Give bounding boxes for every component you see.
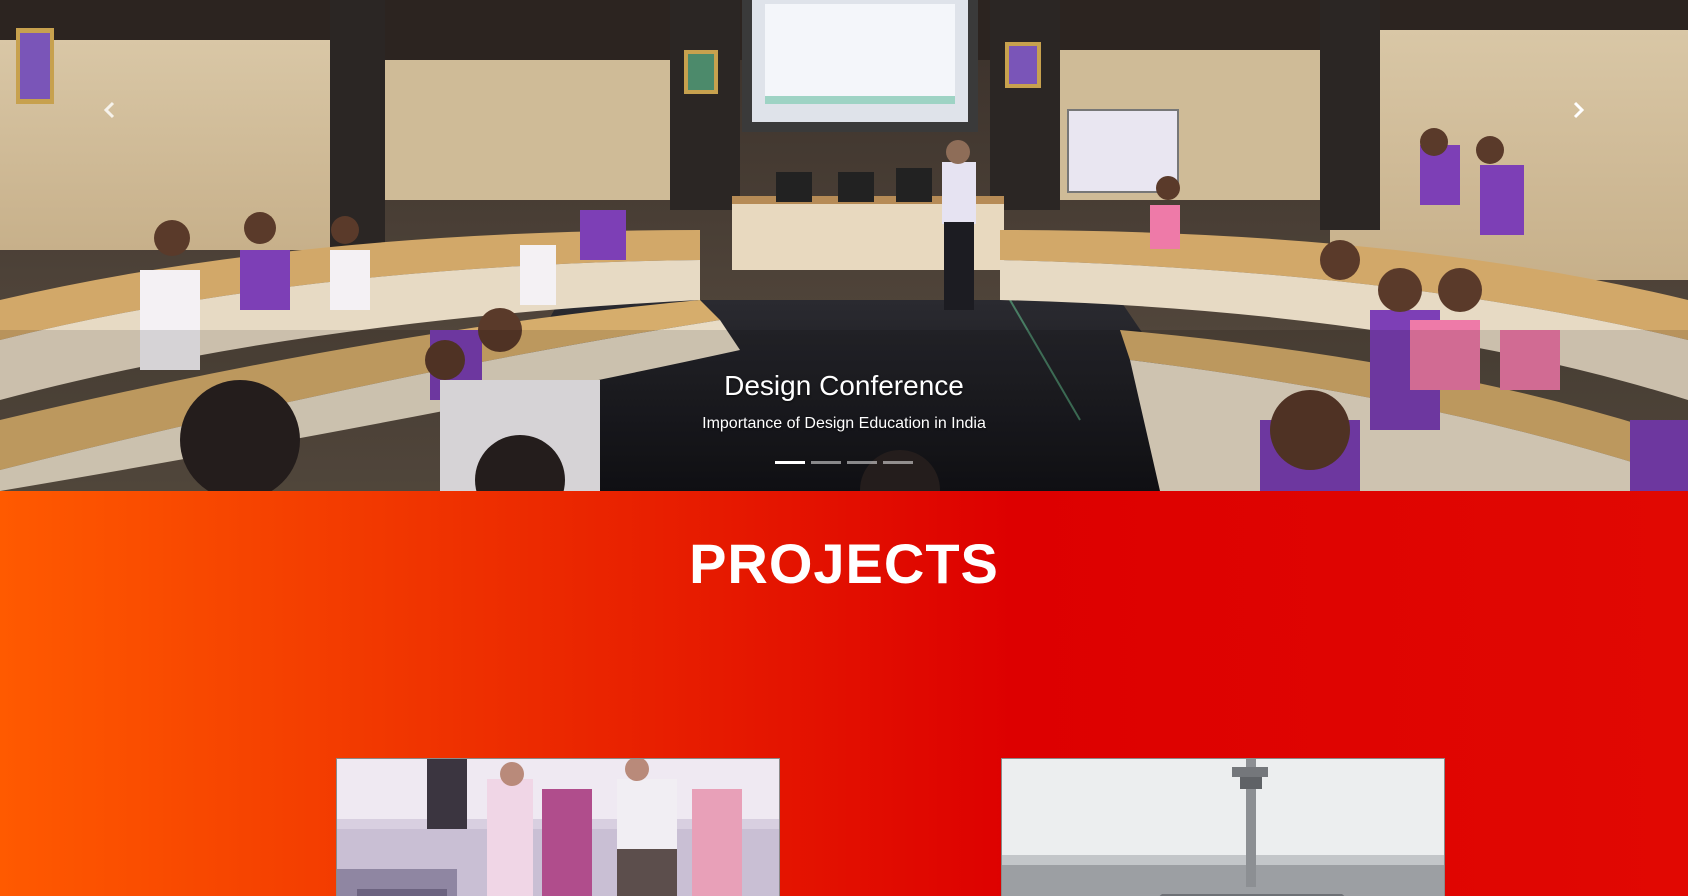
slide-title: Design Conference	[724, 370, 964, 401]
slide-subtitle: Importance of Design Education in India	[702, 415, 986, 432]
chevron-left-icon	[103, 101, 115, 119]
projects-section: PROJECTS	[0, 491, 1688, 896]
carousel-indicators	[0, 461, 1688, 464]
project-1-image	[337, 759, 779, 896]
carousel-prev-button[interactable]	[0, 0, 220, 220]
carousel-next-button[interactable]	[1468, 0, 1688, 220]
hero-carousel: Design Conference Importance of Design E…	[0, 0, 1688, 491]
project-2-image	[1002, 759, 1444, 896]
carousel-indicator-1[interactable]	[775, 461, 805, 464]
project-card-1[interactable]	[336, 758, 780, 896]
project-card-2[interactable]	[1001, 758, 1445, 896]
carousel-caption: Design Conference Importance of Design E…	[0, 366, 1688, 436]
carousel-indicator-2[interactable]	[811, 461, 841, 464]
page: Design Conference Importance of Design E…	[0, 0, 1688, 896]
carousel-indicator-3[interactable]	[847, 461, 877, 464]
projects-heading: PROJECTS	[689, 532, 999, 595]
carousel-indicator-4[interactable]	[883, 461, 913, 464]
chevron-right-icon	[1573, 101, 1585, 119]
